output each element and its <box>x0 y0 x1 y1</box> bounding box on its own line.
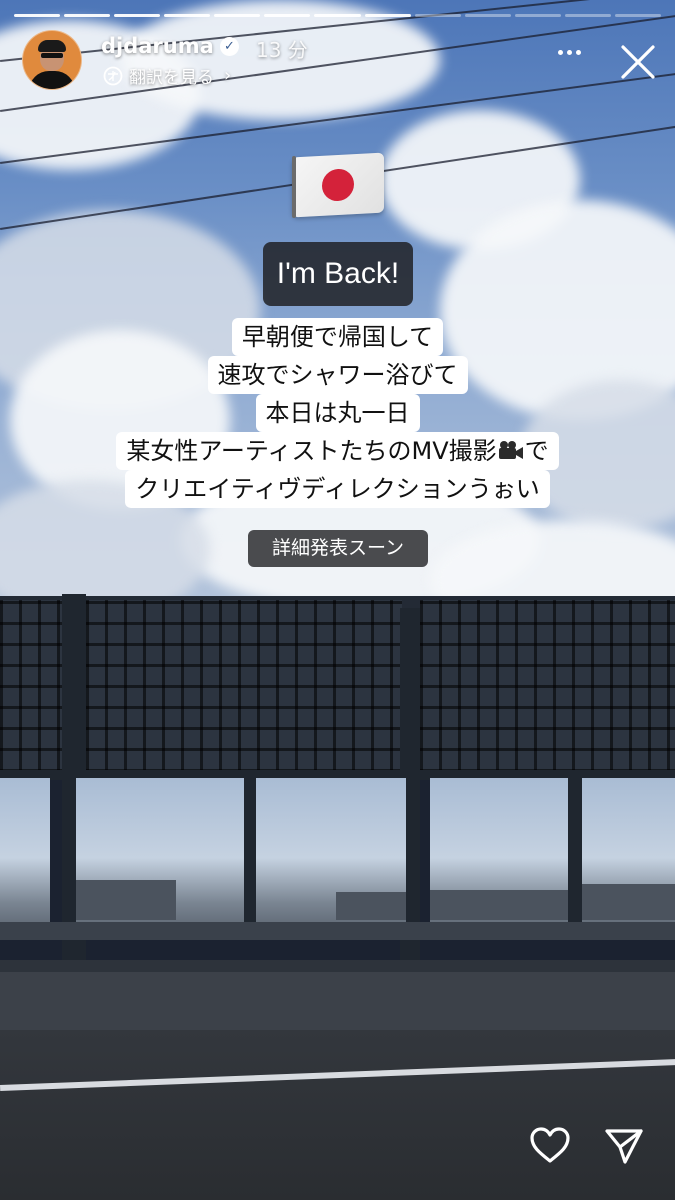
japan-flag-sticker <box>292 152 384 218</box>
road-surface <box>0 1030 675 1200</box>
headline-text: I'm Back! <box>263 242 413 306</box>
caption-block: 早朝便で帰国して 速攻でシャワー浴びて 本日は丸一日 某女性アーティストたちのM… <box>0 318 675 508</box>
progress-segment <box>14 14 61 17</box>
send-icon[interactable] <box>603 1126 645 1166</box>
close-icon[interactable] <box>619 43 657 81</box>
progress-segment <box>564 14 611 17</box>
movie-camera-icon <box>498 441 523 459</box>
progress-segment <box>64 14 111 17</box>
guard-rail <box>0 922 675 940</box>
progress-segment <box>464 14 511 17</box>
story-progress-bar <box>14 14 662 18</box>
progress-segment <box>314 14 361 17</box>
translate-icon <box>103 66 123 85</box>
progress-segment <box>364 14 411 17</box>
username[interactable]: djdaruma <box>101 34 214 58</box>
verified-badge-icon: ✓ <box>220 37 239 56</box>
posted-time: 13 分 <box>256 38 308 62</box>
flag-sun <box>322 168 354 202</box>
translate-link[interactable]: 翻訳を見る › <box>103 63 231 88</box>
heart-icon[interactable] <box>528 1125 572 1165</box>
progress-segment <box>264 14 311 17</box>
caption-line-suffix: で <box>524 437 549 465</box>
translate-label: 翻訳を見る <box>129 68 214 88</box>
progress-segment <box>614 14 662 17</box>
caption-line: 速攻でシャワー浴びて <box>207 356 468 394</box>
progress-segment <box>114 14 161 17</box>
detail-note: 詳細発表スーン <box>248 530 428 567</box>
progress-segment <box>164 14 211 17</box>
story-viewer[interactable]: djdaruma ✓ 13 分 翻訳を見る › I'm Back! 早朝便で帰国… <box>0 0 675 1200</box>
more-options-icon[interactable] <box>558 50 581 55</box>
caption-line: クリエイティヴディレクションうぉい <box>125 470 550 508</box>
progress-segment <box>514 14 561 17</box>
chevron-right-icon: › <box>224 65 232 86</box>
progress-segment <box>414 14 461 17</box>
caption-line-text: 某女性アーティストたちのMV撮影 <box>126 437 497 465</box>
caption-line: 早朝便で帰国して <box>231 318 444 356</box>
progress-segment <box>214 14 261 17</box>
caption-line: 本日は丸一日 <box>255 394 420 432</box>
caption-line: 某女性アーティストたちのMV撮影で <box>116 432 559 470</box>
avatar[interactable] <box>22 30 82 90</box>
